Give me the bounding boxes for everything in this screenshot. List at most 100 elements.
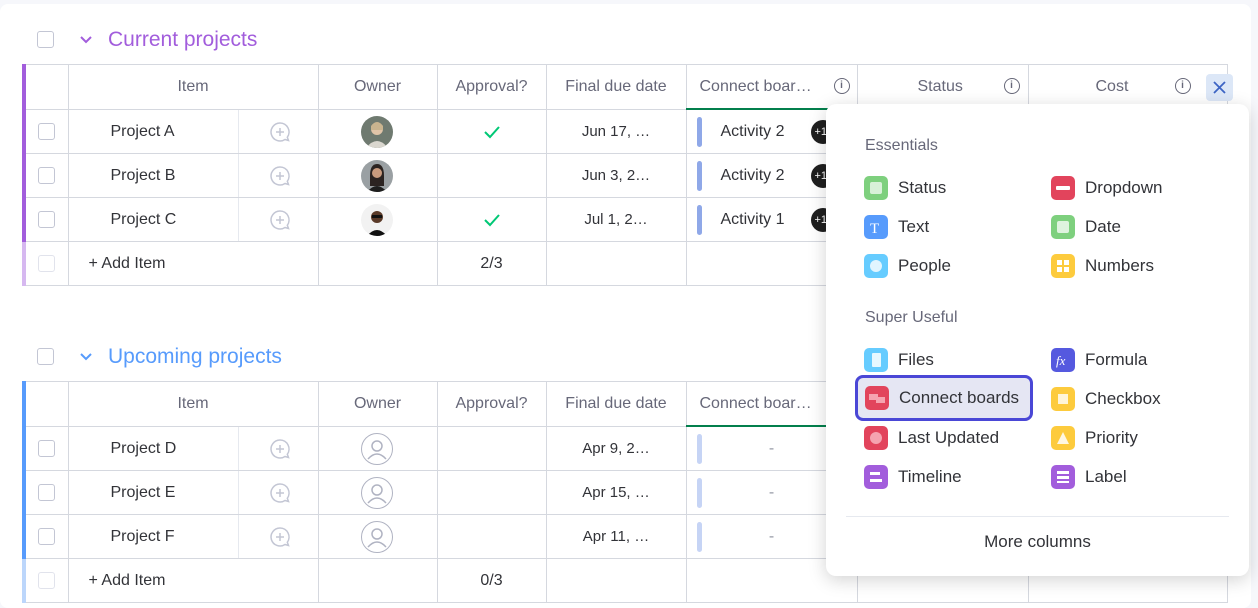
approval-cell[interactable] — [436, 514, 547, 559]
updates-cell[interactable] — [237, 470, 319, 515]
info-icon[interactable]: i — [1174, 78, 1191, 95]
row-checkbox[interactable] — [38, 167, 55, 184]
header-final-due-date[interactable]: Final due date — [545, 381, 687, 427]
connect-item[interactable]: Activity 2 — [721, 110, 785, 153]
empty-person-icon[interactable] — [360, 477, 393, 509]
owner-cell[interactable] — [317, 425, 438, 471]
add-update-icon[interactable] — [268, 208, 292, 232]
row-checkbox[interactable] — [38, 484, 55, 501]
header-final-due-date[interactable]: Final due date — [545, 64, 687, 110]
updates-cell[interactable] — [237, 108, 319, 154]
add-update-icon[interactable] — [268, 481, 292, 505]
row-checkbox[interactable] — [38, 528, 55, 545]
column-option-date[interactable]: Date — [1051, 213, 1221, 241]
info-icon[interactable]: i — [1003, 78, 1020, 95]
row-checkbox[interactable] — [38, 211, 55, 228]
owner-cell[interactable] — [317, 514, 438, 559]
item-name[interactable]: Project D — [111, 427, 177, 470]
empty-person-icon[interactable] — [360, 432, 393, 465]
add-update-icon[interactable] — [268, 525, 292, 549]
header-connect-boards[interactable]: Connect boar… i — [685, 64, 858, 110]
owner-cell[interactable] — [317, 197, 438, 242]
header-item[interactable]: Item — [67, 64, 319, 110]
add-item-button[interactable]: + Add Item — [89, 560, 166, 602]
header-status-label: Status — [917, 78, 963, 96]
item-name[interactable]: Project E — [111, 472, 176, 514]
updates-cell[interactable] — [237, 153, 319, 198]
item-name[interactable]: Project A — [111, 110, 175, 153]
connect-color-bar — [696, 205, 702, 235]
approval-cell[interactable] — [436, 108, 547, 154]
due-date-cell[interactable]: Apr 9, 2… — [545, 425, 687, 471]
owner-cell[interactable] — [317, 153, 438, 198]
owner-cell[interactable] — [317, 108, 438, 154]
column-option-timeline[interactable]: Timeline — [864, 463, 1034, 491]
column-option-numbers[interactable]: Numbers — [1051, 252, 1221, 280]
connect-item[interactable]: Activity 1 — [721, 199, 785, 241]
add-item-button[interactable]: + Add Item — [89, 243, 166, 285]
row-checkbox[interactable] — [38, 122, 55, 140]
owner-cell[interactable] — [317, 470, 438, 515]
close-column-picker-button[interactable] — [1206, 74, 1233, 101]
item-cell[interactable]: Project F — [67, 514, 239, 559]
add-item-cell[interactable]: + Add Item — [67, 558, 319, 603]
item-cell[interactable]: Project E — [67, 470, 239, 515]
column-option-dropdown[interactable]: Dropdown — [1051, 174, 1221, 202]
group-title[interactable]: Current projects — [108, 28, 257, 52]
row-checkbox[interactable] — [38, 439, 55, 457]
header-cost[interactable]: Cost i — [1027, 64, 1228, 110]
updates-cell[interactable] — [237, 425, 319, 471]
header-approval[interactable]: Approval? — [436, 64, 547, 110]
updates-cell[interactable] — [237, 514, 319, 559]
info-icon[interactable]: i — [833, 78, 850, 94]
avatar[interactable] — [360, 115, 393, 148]
group-select-checkbox[interactable] — [37, 31, 54, 48]
chevron-down-icon[interactable] — [78, 32, 94, 48]
due-date-cell[interactable]: Jun 17, … — [545, 108, 687, 154]
header-approval[interactable]: Approval? — [436, 381, 547, 427]
column-option-last-updated[interactable]: Last Updated — [864, 424, 1034, 452]
approval-cell[interactable] — [436, 197, 547, 242]
column-option-text[interactable]: T Text — [864, 213, 1034, 241]
column-option-label[interactable]: Label — [1051, 463, 1221, 491]
approval-cell[interactable] — [436, 470, 547, 515]
column-option-people[interactable]: People — [864, 252, 1034, 280]
column-option-formula[interactable]: fx Formula — [1051, 346, 1221, 374]
item-cell[interactable]: Project D — [67, 425, 239, 471]
add-update-icon[interactable] — [268, 120, 292, 144]
due-date-cell[interactable]: Apr 15, … — [545, 470, 687, 515]
connect-item[interactable]: Activity 2 — [721, 155, 785, 197]
header-status[interactable]: Status i — [856, 64, 1029, 110]
avatar[interactable] — [360, 204, 393, 236]
chevron-down-icon[interactable] — [78, 349, 94, 365]
due-date-cell[interactable]: Apr 11, … — [545, 514, 687, 559]
approval-cell[interactable] — [436, 425, 547, 471]
header-item[interactable]: Item — [67, 381, 319, 427]
updates-cell[interactable] — [237, 197, 319, 242]
column-option-files[interactable]: Files — [864, 346, 1034, 374]
super-useful-title: Super Useful — [865, 309, 958, 326]
due-date-cell[interactable]: Jun 3, 2… — [545, 153, 687, 198]
item-name[interactable]: Project F — [111, 516, 175, 558]
header-owner[interactable]: Owner — [317, 64, 438, 110]
column-option-checkbox[interactable]: Checkbox — [1051, 385, 1221, 413]
avatar[interactable] — [360, 160, 393, 192]
add-item-cell[interactable]: + Add Item — [67, 241, 319, 286]
group-title[interactable]: Upcoming projects — [108, 345, 282, 369]
item-cell[interactable]: Project A — [67, 108, 239, 154]
column-option-priority[interactable]: Priority — [1051, 424, 1221, 452]
item-name[interactable]: Project C — [111, 199, 177, 241]
item-name[interactable]: Project B — [111, 155, 176, 197]
item-cell[interactable]: Project B — [67, 153, 239, 198]
more-columns-button[interactable]: More columns — [826, 532, 1249, 552]
column-option-connect-boards[interactable]: Connect boards — [855, 375, 1033, 421]
column-option-status[interactable]: Status — [864, 174, 1034, 202]
due-date-cell[interactable]: Jul 1, 2… — [545, 197, 687, 242]
group-select-checkbox[interactable] — [37, 348, 54, 365]
empty-person-icon[interactable] — [360, 521, 393, 553]
header-owner[interactable]: Owner — [317, 381, 438, 427]
approval-cell[interactable] — [436, 153, 547, 198]
add-update-icon[interactable] — [268, 437, 292, 461]
add-update-icon[interactable] — [268, 164, 292, 188]
item-cell[interactable]: Project C — [67, 197, 239, 242]
